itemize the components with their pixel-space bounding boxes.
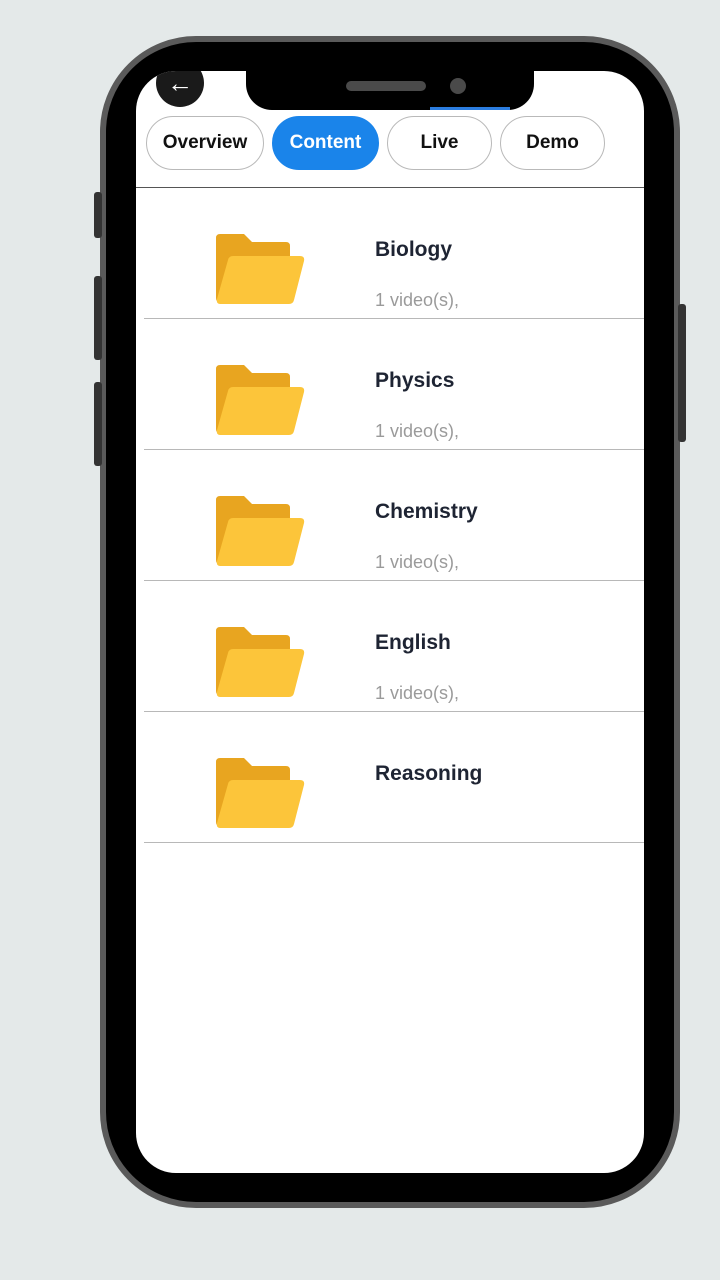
power-button bbox=[678, 304, 686, 442]
camera-icon bbox=[450, 78, 466, 94]
list-item[interactable]: English 1 video(s), bbox=[144, 581, 644, 712]
folder-title: Physics bbox=[375, 369, 455, 392]
back-arrow-icon[interactable]: ← bbox=[156, 71, 204, 107]
list-item[interactable]: Reasoning bbox=[144, 712, 644, 843]
tab-content[interactable]: Content bbox=[272, 116, 379, 170]
phone-notch bbox=[246, 60, 534, 110]
volume-up-button bbox=[94, 276, 102, 360]
folder-subtitle: 1 video(s), bbox=[375, 683, 460, 703]
folder-subtitle: 1 video(s), bbox=[375, 421, 460, 441]
list-item[interactable]: Physics 1 video(s), bbox=[144, 319, 644, 450]
app-screen: ← Overview Content Live Demo Biology 1 v… bbox=[136, 71, 644, 1173]
tab-overview[interactable]: Overview bbox=[146, 116, 264, 170]
folder-list: Biology 1 video(s), Physics 1 video(s), … bbox=[144, 188, 644, 843]
folder-icon bbox=[216, 758, 305, 828]
folder-icon bbox=[216, 496, 305, 566]
folder-title: Reasoning bbox=[375, 762, 483, 785]
folder-title: Biology bbox=[375, 238, 452, 261]
folder-subtitle: 1 video(s), bbox=[375, 290, 460, 310]
tab-live[interactable]: Live bbox=[387, 116, 492, 170]
folder-title: English bbox=[375, 631, 451, 654]
folder-title: Chemistry bbox=[375, 500, 478, 523]
folder-icon bbox=[216, 627, 305, 697]
list-item[interactable]: Biology 1 video(s), bbox=[144, 188, 644, 319]
folder-icon bbox=[216, 365, 305, 435]
list-item[interactable]: Chemistry 1 video(s), bbox=[144, 450, 644, 581]
folder-icon bbox=[216, 234, 305, 304]
volume-down-button bbox=[94, 382, 102, 466]
speaker-grille bbox=[346, 81, 426, 91]
volume-silent-button bbox=[94, 192, 102, 238]
tab-demo[interactable]: Demo bbox=[500, 116, 605, 170]
notch-accent-line bbox=[430, 107, 510, 110]
folder-subtitle: 1 video(s), bbox=[375, 552, 460, 572]
